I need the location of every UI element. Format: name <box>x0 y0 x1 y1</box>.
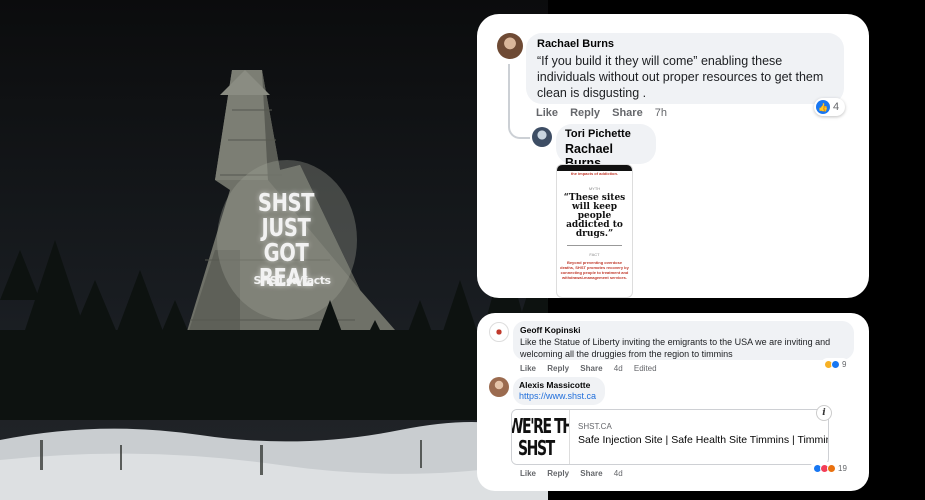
comment-actions: Like Reply Share 7h <box>536 107 676 119</box>
like-icon <box>831 360 840 369</box>
reply-button[interactable]: Reply <box>547 364 569 373</box>
like-button[interactable]: Like <box>520 364 536 373</box>
divider <box>567 245 622 246</box>
avatar[interactable] <box>489 322 509 342</box>
comment-timestamp[interactable]: 4d <box>614 469 623 478</box>
comment-bubble: Alexis Massicotte https://www.shst.ca <box>513 377 605 405</box>
avatar[interactable] <box>489 377 509 397</box>
like-button[interactable]: Like <box>536 107 558 119</box>
comment-author[interactable]: Rachael Burns <box>537 38 833 50</box>
preview-image-line-2: SHST <box>518 436 555 460</box>
projection-line-2: JUST GOT <box>261 213 311 267</box>
preview-image-line-1: WE'RE THE <box>512 414 569 438</box>
comment-text: Like the Statue of Liberty inviting the … <box>520 337 831 359</box>
like-icon: 👍 <box>816 100 830 114</box>
reply-button[interactable]: Reply <box>570 107 600 119</box>
projection-line-1: SHST <box>257 188 315 217</box>
link-domain: SHST.CA <box>578 422 612 431</box>
comment-text: “If you build it they will come” enablin… <box>537 54 824 100</box>
thread-line <box>508 64 530 139</box>
comment-timestamp[interactable]: 7h <box>655 107 667 119</box>
share-button[interactable]: Share <box>580 469 602 478</box>
comment-author[interactable]: Geoff Kopinski <box>520 325 847 335</box>
reply-button[interactable]: Reply <box>547 469 569 478</box>
reaction-count: 19 <box>838 464 847 473</box>
comment-author[interactable]: Alexis Massicotte <box>519 380 599 390</box>
comment-card-bottom: Geoff Kopinski Like the Statue of Libert… <box>477 313 869 491</box>
share-button[interactable]: Share <box>612 107 643 119</box>
reaction-summary[interactable]: 👍 4 <box>814 98 846 116</box>
reaction-count: 4 <box>833 101 840 113</box>
link-preview-card[interactable]: WE'RE THE SHST SHST.CA Safe Injection Si… <box>511 409 829 465</box>
link-preview-image: WE'RE THE SHST <box>512 410 570 464</box>
headframe-photo: SHST JUST GOT REAL SHST.ca/facts <box>0 0 548 500</box>
comment-actions: Like Reply Share 4d <box>520 469 632 478</box>
info-icon[interactable]: i <box>816 405 832 421</box>
fact-body: Beyond preventing overdose deaths, SHST … <box>560 260 629 280</box>
screenshot-top-text: the impacts of addiction. <box>570 171 619 176</box>
reaction-count: 9 <box>842 360 847 369</box>
reply-bubble: Tori Pichette Rachael Burns <box>556 124 656 170</box>
comment-bubble: Geoff Kopinski Like the Statue of Libert… <box>513 321 854 360</box>
reaction-summary[interactable]: 19 <box>810 462 850 475</box>
comment-timestamp[interactable]: 4d <box>614 364 623 373</box>
share-button[interactable]: Share <box>580 364 602 373</box>
link-title[interactable]: Safe Injection Site | Safe Health Site T… <box>578 434 828 446</box>
angry-icon <box>827 464 836 473</box>
avatar[interactable] <box>497 33 523 59</box>
attached-screenshot[interactable]: the impacts of addiction. MYTH “These si… <box>556 164 633 298</box>
myth-label: MYTH <box>588 186 601 191</box>
comment-link[interactable]: https://www.shst.ca <box>519 391 599 401</box>
comment-bubble: Rachael Burns “If you build it they will… <box>526 33 844 104</box>
myth-quote: “These sites will keep people addicted t… <box>563 193 626 239</box>
comment-actions: Like Reply Share 4d Edited <box>520 364 666 373</box>
projection-url: SHST.ca/facts <box>253 274 331 287</box>
reaction-summary[interactable]: 9 <box>821 358 850 371</box>
edited-label: Edited <box>633 364 657 373</box>
like-button[interactable]: Like <box>520 469 536 478</box>
reply-author[interactable]: Tori Pichette <box>565 128 647 140</box>
comment-card-top: Rachael Burns “If you build it they will… <box>477 14 869 298</box>
avatar[interactable] <box>532 127 552 147</box>
fact-label: FACT <box>589 252 600 257</box>
